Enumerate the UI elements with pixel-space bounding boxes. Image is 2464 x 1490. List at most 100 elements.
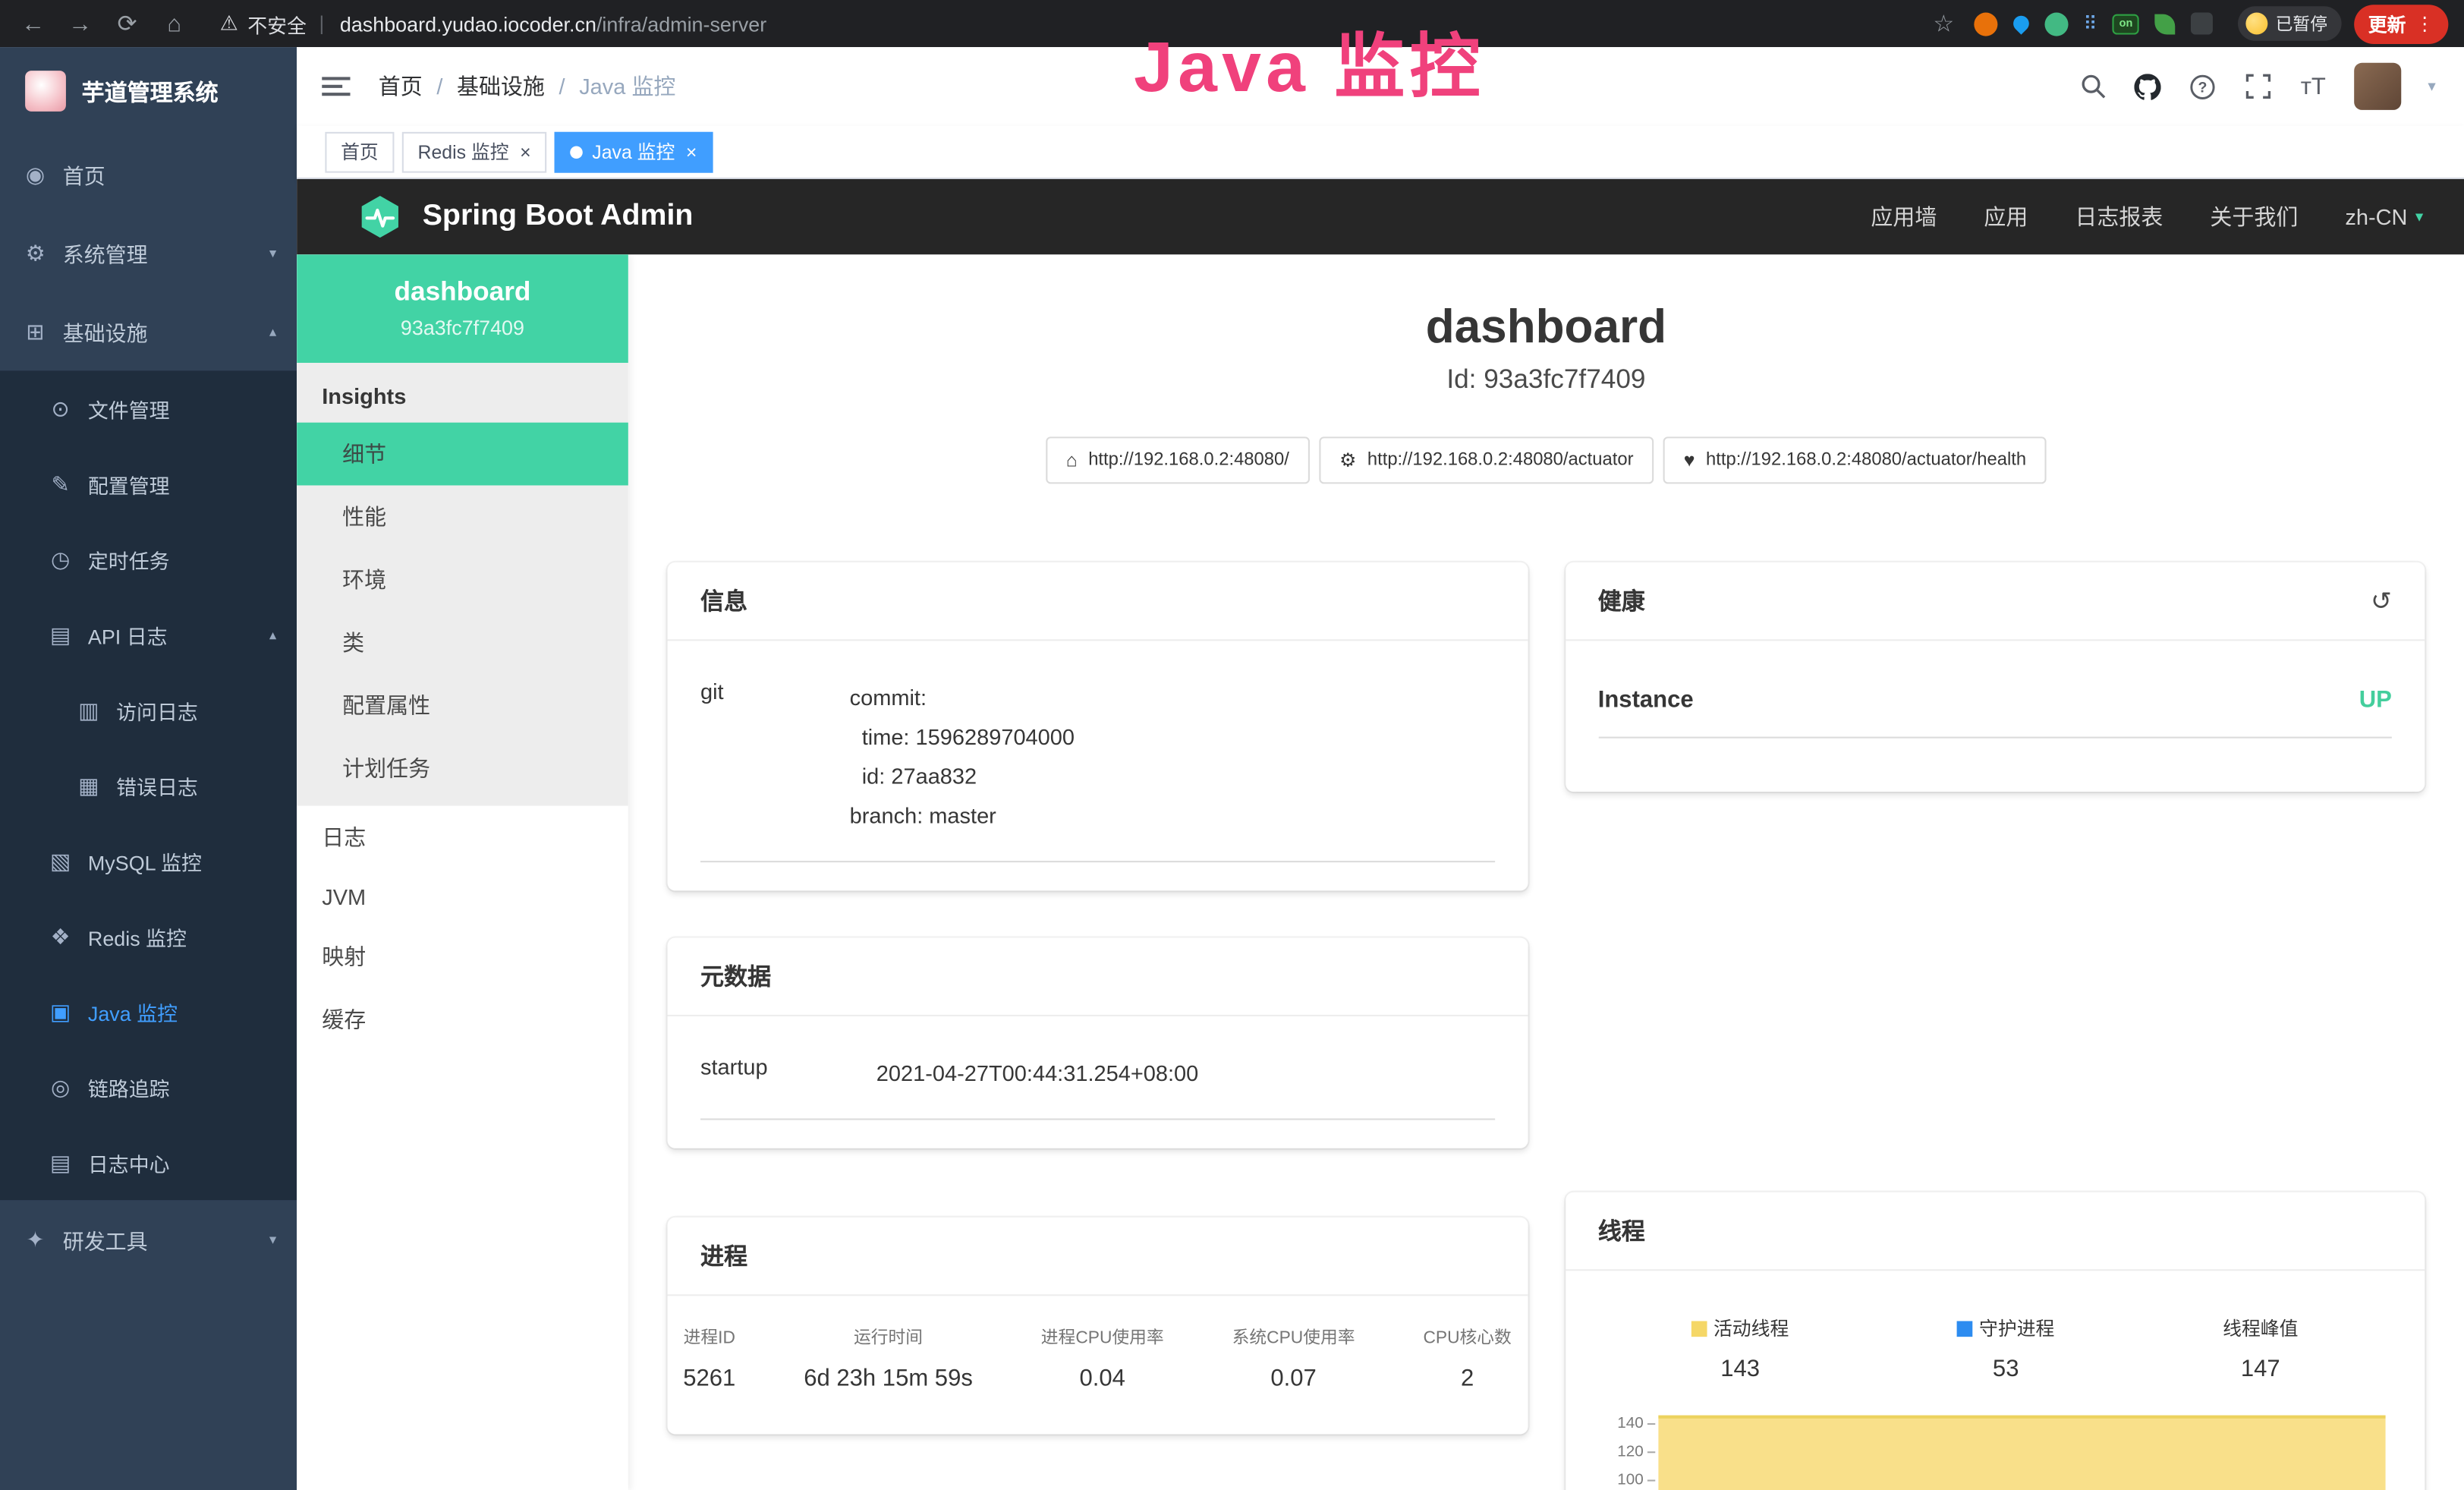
stat-value: 5261 xyxy=(683,1365,735,1391)
avatar[interactable] xyxy=(2354,63,2401,110)
logo-row[interactable]: 芋道管理系统 xyxy=(0,47,297,135)
ext-on-badge[interactable]: on xyxy=(2113,14,2138,34)
sidebar-item-label: 系统管理 xyxy=(63,237,148,268)
ext-puzzle-icon[interactable] xyxy=(2191,13,2213,35)
breadcrumb-item-home[interactable]: 首页 xyxy=(379,71,423,102)
legend-swatch-yellow xyxy=(1691,1320,1707,1336)
git-line: branch: master xyxy=(850,796,1075,836)
health-card-header: 健康 ↺ xyxy=(1565,562,2425,641)
search-icon[interactable] xyxy=(2079,72,2107,100)
sidebar-item-label: 基础设施 xyxy=(63,316,148,347)
tab-label: Redis 监控 xyxy=(418,138,509,165)
sidebar-item-log-center[interactable]: ▤ 日志中心 xyxy=(0,1125,297,1200)
sidebar-item-label: Redis 监控 xyxy=(88,921,187,951)
ext-orange-icon[interactable] xyxy=(1974,12,1997,36)
bookmark-star-icon[interactable]: ☆ xyxy=(1927,9,1962,37)
chevron-down-icon: ▾ xyxy=(269,244,276,262)
tab-java-monitor[interactable]: Java 监控 × xyxy=(555,131,713,172)
sidebar-item-scheduled-jobs[interactable]: ◷ 定时任务 xyxy=(0,521,297,597)
instance-id: 93a3fc7f7409 xyxy=(310,316,616,339)
sidebar-item-file-management[interactable]: ⊙ 文件管理 xyxy=(0,370,297,446)
sidebar-item-redis-monitor[interactable]: ❖ Redis 监控 xyxy=(0,899,297,974)
url-host: dashboard.yudao.iocoder.cn xyxy=(340,12,596,36)
sidebar-item-api-logs[interactable]: ▤ API 日志 ▴ xyxy=(0,597,297,672)
home-icon: ⌂ xyxy=(1066,449,1078,471)
hamburger-icon[interactable] xyxy=(322,77,350,96)
ext-drop-icon[interactable] xyxy=(2009,12,2031,34)
sba-menu-item-config-props[interactable]: 配置属性 xyxy=(297,674,628,737)
sba-menu-item-mappings[interactable]: 映射 xyxy=(297,925,628,988)
breadcrumb-item-infrastructure[interactable]: 基础设施 xyxy=(457,71,545,102)
tab-label: 首页 xyxy=(341,138,379,165)
sba-nav-applications[interactable]: 应用 xyxy=(1984,201,2028,232)
security-indicator[interactable]: ⚠ 不安全 | xyxy=(220,8,328,38)
sidebar-item-system-management[interactable]: ⚙ 系统管理 ▾ xyxy=(0,213,297,291)
sba-menu-item-environment[interactable]: 环境 xyxy=(297,548,628,611)
forward-icon[interactable]: → xyxy=(63,10,98,36)
sidebar-item-error-logs[interactable]: ▦ 错误日志 xyxy=(0,748,297,823)
edit-icon: ✎ xyxy=(47,471,74,497)
log-center-icon: ▤ xyxy=(47,1149,74,1176)
address-bar[interactable]: dashboard.yudao.iocoder.cn/infra/admin-s… xyxy=(340,12,766,36)
ext-grid-icon[interactable]: ⠿ xyxy=(2083,13,2097,35)
profile-paused-chip[interactable]: 已暂停 xyxy=(2238,6,2342,41)
sba-menu-item-jvm[interactable]: JVM xyxy=(297,868,628,925)
sba-nav-journal[interactable]: 日志报表 xyxy=(2075,201,2163,232)
sidebar-item-java-monitor[interactable]: ▣ Java 监控 xyxy=(0,974,297,1049)
browser-home-icon[interactable]: ⌂ xyxy=(157,10,192,36)
sidebar-item-trace[interactable]: ◎ 链路追踪 xyxy=(0,1049,297,1124)
home-icon: ◉ xyxy=(22,161,49,187)
sba-menu-item-performance[interactable]: 性能 xyxy=(297,485,628,548)
help-icon[interactable]: ? xyxy=(2189,72,2217,100)
key-label: git xyxy=(700,679,850,836)
sidebar-item-infrastructure[interactable]: ⊞ 基础设施 ▴ xyxy=(0,292,297,370)
font-size-icon[interactable]: ᴛT xyxy=(2299,72,2327,100)
history-icon[interactable]: ↺ xyxy=(2371,585,2392,616)
locale-selector[interactable]: zh-CN ▾ xyxy=(2345,204,2423,229)
cards-grid: 信息 git commit: time: 1596289704000 id: 2… xyxy=(668,562,2425,1490)
instance-link-actuator[interactable]: ⚙ http://192.168.0.2:48080/actuator xyxy=(1319,436,1654,484)
sba-nav-wallboard[interactable]: 应用墙 xyxy=(1871,201,1937,232)
back-icon[interactable]: ← xyxy=(16,10,51,36)
sidebar-item-mysql-monitor[interactable]: ▧ MySQL 监控 xyxy=(0,823,297,898)
sidebar-item-label: 错误日志 xyxy=(116,770,198,800)
sidebar-item-dev-tools[interactable]: ✦ 研发工具 ▾ xyxy=(0,1200,297,1278)
legend-peak-threads: 线程峰值 147 xyxy=(2223,1315,2298,1382)
fullscreen-icon[interactable] xyxy=(2244,72,2272,100)
sba-menu-item-logs[interactable]: 日志 xyxy=(297,806,628,869)
close-icon[interactable]: × xyxy=(520,140,531,162)
ext-leaf-icon[interactable] xyxy=(2154,14,2175,34)
chrome-update-button[interactable]: 更新 ⋮ xyxy=(2354,4,2448,43)
threads-legend: 活动线程 143 守护进程 xyxy=(1598,1290,2392,1382)
health-card-body: Instance UP xyxy=(1565,641,2425,767)
legend-live-threads: 活动线程 143 xyxy=(1691,1315,1789,1382)
instance-label: Instance xyxy=(1598,686,1694,713)
sidebar-item-label: MySQL 监控 xyxy=(88,846,202,875)
tab-home[interactable]: 首页 xyxy=(325,131,394,172)
stat-label: 系统CPU使用率 xyxy=(1232,1325,1355,1350)
legend-label: 守护进程 xyxy=(1979,1315,2054,1341)
sidebar-item-config-management[interactable]: ✎ 配置管理 xyxy=(0,446,297,521)
sba-menu-item-scheduled-tasks[interactable]: 计划任务 xyxy=(297,737,628,800)
sba-nav-about[interactable]: 关于我们 xyxy=(2210,201,2298,232)
tab-redis-monitor[interactable]: Redis 监控 × xyxy=(402,131,546,172)
sidebar-item-home[interactable]: ◉ 首页 xyxy=(0,135,297,213)
y-tick: 100 xyxy=(1598,1467,1658,1490)
instance-link-home[interactable]: ⌂ http://192.168.0.2:48080/ xyxy=(1046,436,1310,484)
sidebar-item-access-logs[interactable]: ▥ 访问日志 xyxy=(0,673,297,748)
sba-menu-item-classes[interactable]: 类 xyxy=(297,611,628,674)
github-icon[interactable] xyxy=(2134,72,2162,100)
reload-icon[interactable]: ⟳ xyxy=(110,9,145,37)
gear-icon: ⚙ xyxy=(22,240,49,266)
close-icon[interactable]: × xyxy=(686,140,697,162)
avatar-caret-icon[interactable]: ▾ xyxy=(2428,77,2435,95)
sidebar-item-label: Java 监控 xyxy=(88,997,178,1026)
ext-green-circle-icon[interactable] xyxy=(2044,12,2068,36)
git-line: time: 1596289704000 xyxy=(850,718,1075,758)
instance-header: dashboard 93a3fc7f7409 xyxy=(297,254,628,363)
infrastructure-icon: ⊞ xyxy=(22,318,49,345)
kebab-menu-icon[interactable]: ⋮ xyxy=(2415,13,2434,35)
sba-menu-item-caches[interactable]: 缓存 xyxy=(297,988,628,1051)
sba-menu-item-details[interactable]: 细节 xyxy=(297,423,628,486)
instance-link-health[interactable]: ♥ http://192.168.0.2:48080/actuator/heal… xyxy=(1663,436,2047,484)
